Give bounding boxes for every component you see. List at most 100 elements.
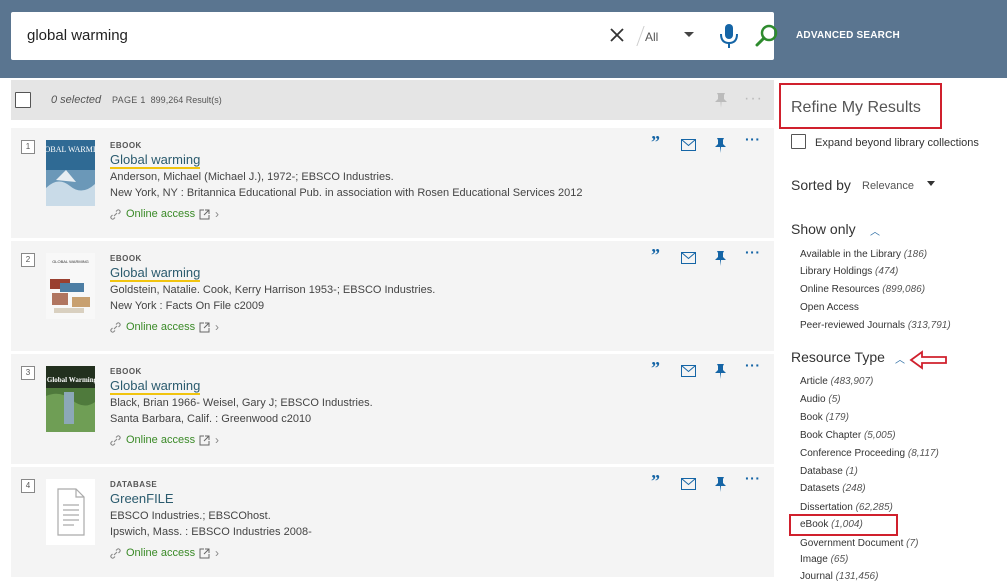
facet-label: eBook xyxy=(800,519,829,530)
facet-item[interactable]: Audio (5) xyxy=(800,394,841,405)
record-title-link[interactable]: GreenFILE xyxy=(110,491,174,506)
book-cover-thumbnail[interactable]: GLOBAL WARMING xyxy=(46,140,95,206)
chevron-right-icon[interactable]: › xyxy=(215,320,219,334)
facet-item[interactable]: Library Holdings (474) xyxy=(800,266,898,277)
chevron-down-icon[interactable] xyxy=(684,32,694,37)
document-icon[interactable] xyxy=(46,479,95,545)
record-number: 3 xyxy=(21,366,35,380)
result-record[interactable]: 3 Global Warming EBOOK Global warming Bl… xyxy=(11,354,774,464)
facet-item[interactable]: Peer-reviewed Journals (313,791) xyxy=(800,320,951,331)
search-box[interactable]: global warming All xyxy=(11,12,778,60)
more-icon[interactable]: ··· xyxy=(745,357,761,373)
record-type: DATABASE xyxy=(110,480,158,489)
top-bar: global warming All ADVANCED SEARCH xyxy=(0,0,1007,78)
facet-label: Book Chapter xyxy=(800,430,862,441)
facet-item[interactable]: Article (483,907) xyxy=(800,376,873,387)
facet-item[interactable]: Image (65) xyxy=(800,554,848,565)
facet-label: Database xyxy=(800,466,843,477)
record-type: EBOOK xyxy=(110,254,142,263)
facet-item[interactable]: Available in the Library (186) xyxy=(800,249,927,260)
external-link-icon[interactable] xyxy=(199,209,210,220)
facet-item[interactable]: Open Access xyxy=(800,302,859,313)
record-title-link[interactable]: Global warming xyxy=(110,265,201,282)
pin-icon[interactable] xyxy=(714,138,727,153)
email-icon[interactable] xyxy=(681,252,696,264)
more-icon[interactable]: ··· xyxy=(745,244,761,260)
email-icon[interactable] xyxy=(681,139,696,151)
sort-select[interactable]: Relevance xyxy=(862,180,914,192)
online-access-link[interactable]: Online access xyxy=(126,208,195,220)
show-only-heading[interactable]: Show only xyxy=(791,221,856,237)
pin-icon[interactable] xyxy=(714,477,727,492)
resource-type-heading[interactable]: Resource Type xyxy=(791,349,885,365)
more-icon[interactable]: ··· xyxy=(744,90,763,108)
results-toolbar: 0 selected PAGE 1 899,264 Result(s) ··· xyxy=(11,80,774,120)
record-authors: Black, Brian 1966- Weisel, Gary J; EBSCO… xyxy=(110,397,373,409)
cover-text: GLOBAL WARMING xyxy=(52,259,89,264)
email-icon[interactable] xyxy=(681,478,696,490)
online-access-link[interactable]: Online access xyxy=(126,434,195,446)
facet-item[interactable]: Dissertation (62,285) xyxy=(800,502,893,513)
refine-title: Refine My Results xyxy=(791,99,921,116)
external-link-icon[interactable] xyxy=(199,435,210,446)
link-icon xyxy=(110,435,121,446)
more-icon[interactable]: ··· xyxy=(745,131,761,147)
facet-item[interactable]: Online Resources (899,086) xyxy=(800,284,925,295)
facet-label: Audio xyxy=(800,394,826,405)
scope-select[interactable]: All xyxy=(645,30,658,44)
chevron-right-icon[interactable]: › xyxy=(215,207,219,221)
facet-label: Available in the Library xyxy=(800,249,901,260)
result-record[interactable]: 1 GLOBAL WARMING EBOOK Global warming An… xyxy=(11,128,774,238)
search-icon[interactable] xyxy=(755,24,779,48)
cite-icon[interactable]: ” xyxy=(651,471,660,492)
facet-count: (313,791) xyxy=(907,320,951,331)
expand-label[interactable]: Expand beyond library collections xyxy=(815,137,979,149)
cite-icon[interactable]: ” xyxy=(651,358,660,379)
book-cover-thumbnail[interactable]: Global Warming xyxy=(46,366,95,432)
more-icon[interactable]: ··· xyxy=(745,470,761,486)
record-publisher: New York, NY : Britannica Educational Pu… xyxy=(110,187,583,199)
chevron-right-icon[interactable]: › xyxy=(215,433,219,447)
pin-icon[interactable] xyxy=(714,92,728,108)
email-icon[interactable] xyxy=(681,365,696,377)
record-title-link[interactable]: Global warming xyxy=(110,378,201,395)
expand-checkbox[interactable] xyxy=(791,134,806,149)
result-record[interactable]: 2 GLOBAL WARMING EBOOK Global warming Go… xyxy=(11,241,774,351)
link-icon xyxy=(110,548,121,559)
microphone-icon[interactable] xyxy=(718,23,740,49)
cite-icon[interactable]: ” xyxy=(651,245,660,266)
facet-count: (248) xyxy=(842,483,866,494)
pin-icon[interactable] xyxy=(714,364,727,379)
pin-icon[interactable] xyxy=(714,251,727,266)
select-all-checkbox[interactable] xyxy=(15,92,31,108)
facet-count: (7) xyxy=(906,538,919,549)
online-access-link[interactable]: Online access xyxy=(126,547,195,559)
chevron-right-icon[interactable]: › xyxy=(215,546,219,560)
chevron-down-icon[interactable] xyxy=(927,181,935,186)
facet-item[interactable]: Government Document (7) xyxy=(800,538,918,549)
facet-count: (8,117) xyxy=(907,448,939,459)
cite-icon[interactable]: ” xyxy=(651,132,660,153)
record-number: 4 xyxy=(21,479,35,493)
arrow-left-icon xyxy=(909,350,947,370)
facet-label: Open Access xyxy=(800,302,859,313)
record-type: EBOOK xyxy=(110,367,142,376)
external-link-icon[interactable] xyxy=(199,322,210,333)
page-info: PAGE 1 899,264 Result(s) xyxy=(112,95,222,105)
book-cover-thumbnail[interactable]: GLOBAL WARMING xyxy=(46,253,95,319)
clear-icon[interactable] xyxy=(607,25,627,45)
record-title-link[interactable]: Global warming xyxy=(110,152,201,169)
facet-item[interactable]: Datasets (248) xyxy=(800,483,866,494)
chevron-up-icon[interactable]: ︿ xyxy=(895,351,905,366)
online-access-link[interactable]: Online access xyxy=(126,321,195,333)
external-link-icon[interactable] xyxy=(199,548,210,559)
facet-item[interactable]: Book (179) xyxy=(800,412,849,423)
facet-item[interactable]: eBook (1,004) xyxy=(800,519,863,530)
facet-item[interactable]: Conference Proceeding (8,117) xyxy=(800,448,939,459)
facet-item[interactable]: Book Chapter (5,005) xyxy=(800,430,896,441)
result-record[interactable]: 4 DATABASE GreenFILE EBSCO Industries.; … xyxy=(11,467,774,577)
advanced-search-link[interactable]: ADVANCED SEARCH xyxy=(796,30,900,41)
search-input[interactable]: global warming xyxy=(27,27,128,44)
facet-item[interactable]: Database (1) xyxy=(800,466,858,477)
chevron-up-icon[interactable]: ︿ xyxy=(870,223,880,238)
